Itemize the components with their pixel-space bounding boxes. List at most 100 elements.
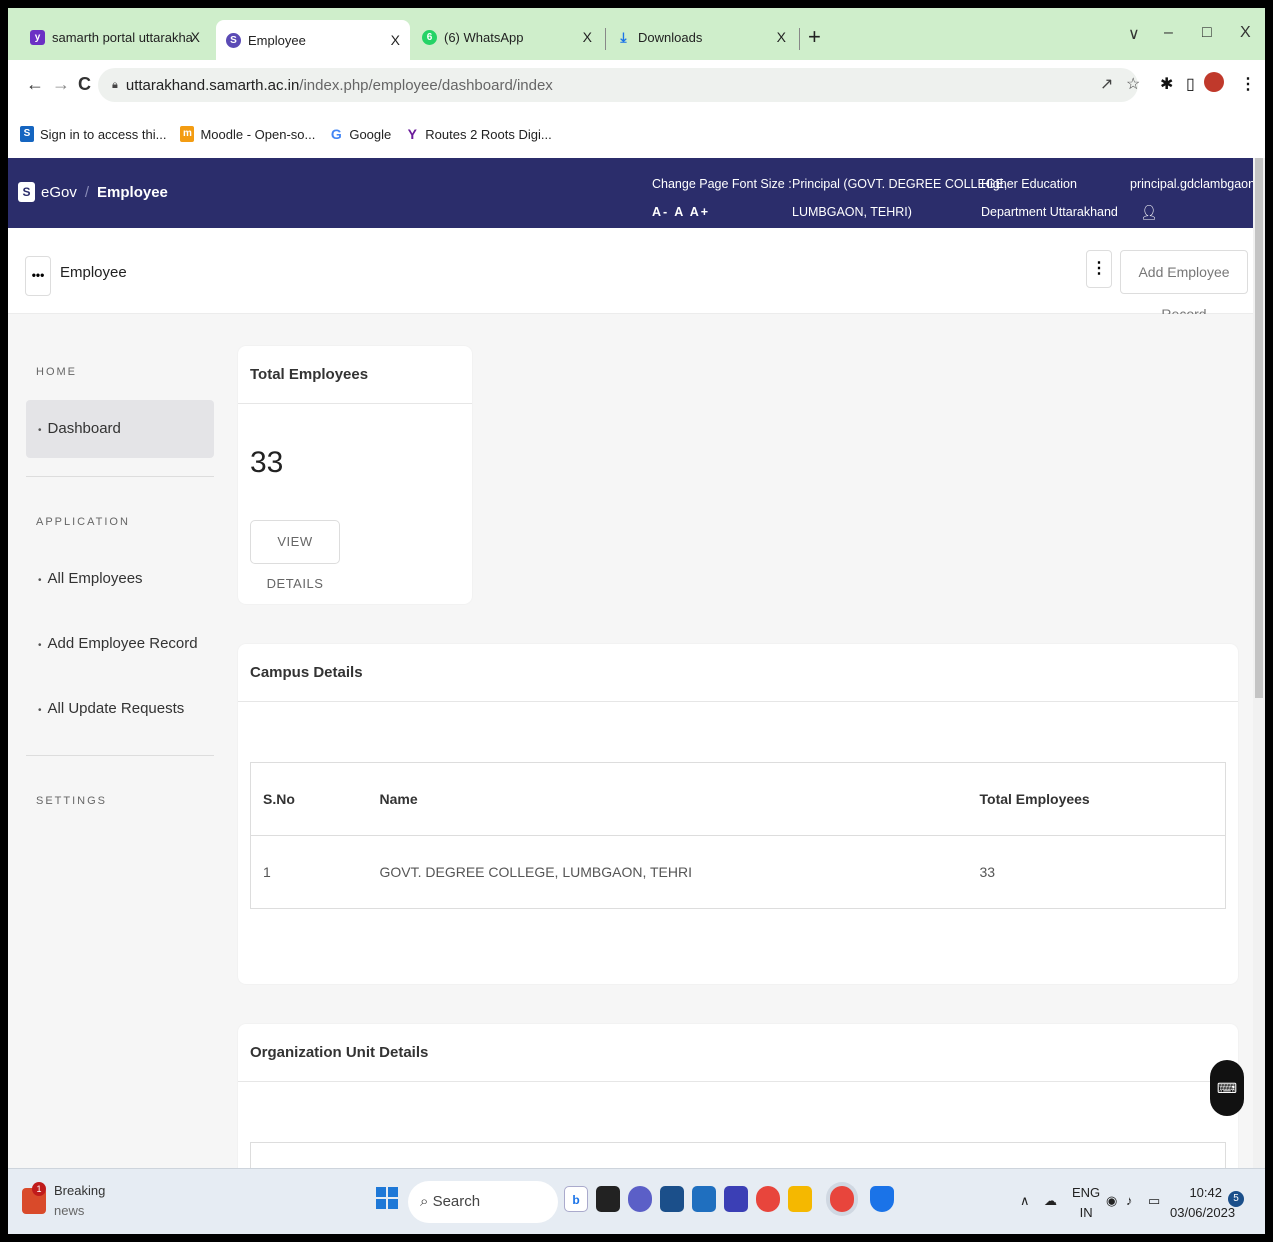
moodle-icon: m bbox=[180, 126, 195, 142]
reload-button[interactable]: C bbox=[78, 74, 91, 95]
forward-button[interactable]: → bbox=[52, 74, 70, 95]
file-explorer-icon[interactable] bbox=[660, 1186, 684, 1212]
bookmark-label: Moodle - Open-so... bbox=[200, 126, 316, 142]
bookmark-moodle[interactable]: m Moodle - Open-so... bbox=[180, 126, 315, 142]
minimize-button[interactable]: – bbox=[1164, 24, 1173, 42]
module-name[interactable]: Employee bbox=[97, 184, 168, 201]
tab-title: (6) WhatsApp bbox=[444, 29, 524, 45]
address-bar[interactable]: 🔒︎ uttarakhand.samarth.ac.in/index.php/e… bbox=[98, 68, 1138, 102]
bookmark-star-icon[interactable]: ☆ bbox=[1126, 74, 1140, 94]
teams-chat-icon[interactable] bbox=[628, 1186, 652, 1212]
bookmark-google[interactable]: G Google bbox=[329, 126, 391, 142]
news-line-2: news bbox=[54, 1203, 85, 1218]
screen: y samarth portal uttarakhand - Yah X S E… bbox=[8, 8, 1265, 1234]
folder-icon[interactable] bbox=[788, 1186, 812, 1212]
volume-icon[interactable]: ♪ bbox=[1126, 1191, 1133, 1211]
onedrive-icon[interactable]: ☁ bbox=[1044, 1191, 1057, 1211]
share-icon[interactable]: ↗ bbox=[1100, 74, 1113, 94]
more-menu-button[interactable]: ••• bbox=[25, 256, 51, 296]
font-size-options[interactable]: A- A A+ bbox=[652, 198, 792, 226]
taskbar-search[interactable]: ⌕ Search bbox=[408, 1181, 558, 1223]
yahoo-icon: y bbox=[30, 29, 45, 45]
news-widget[interactable]: 1 Breaking news bbox=[22, 1181, 105, 1221]
new-tab-button[interactable]: + bbox=[808, 24, 821, 50]
window-close-button[interactable]: X bbox=[1240, 24, 1251, 42]
side-panel-icon[interactable]: ▯ bbox=[1186, 74, 1195, 94]
close-icon[interactable]: X bbox=[391, 32, 400, 48]
sidebar-item-all-employees[interactable]: • All Employees bbox=[26, 550, 214, 608]
main-content: HOME • Dashboard APPLICATION • All Employe… bbox=[8, 314, 1253, 1194]
notification-badge[interactable]: 5 bbox=[1228, 1191, 1244, 1207]
keyboard-icon[interactable]: ⌨ bbox=[1210, 1060, 1244, 1116]
table-row: 1 GOVT. DEGREE COLLEGE, LUMBGAON, TEHRI … bbox=[250, 835, 1226, 909]
dept-line-1: Higher Education bbox=[981, 177, 1077, 191]
search-label: Search bbox=[432, 1193, 481, 1210]
chevron-up-icon[interactable]: ∧ bbox=[1020, 1191, 1030, 1211]
tab-separator bbox=[799, 28, 800, 50]
user-icon[interactable]: 👤︎ bbox=[1130, 198, 1255, 226]
breadcrumb: S eGov / Employee bbox=[18, 182, 168, 202]
close-icon[interactable]: X bbox=[777, 29, 786, 45]
bullet-icon: • bbox=[38, 705, 42, 716]
tab-employee[interactable]: S Employee X bbox=[216, 20, 410, 60]
total-employees-card: Total Employees 33 VIEW DETAILS bbox=[238, 346, 472, 604]
campus-details-card: Campus Details S.No Name Total Employees… bbox=[238, 644, 1238, 984]
total-employees-count: 33 bbox=[250, 446, 284, 479]
news-icon: 1 bbox=[22, 1182, 46, 1214]
tab-search-button[interactable]: ∨ bbox=[1128, 24, 1140, 44]
sidebar-item-label: Add Employee Record bbox=[47, 635, 198, 652]
department: Higher Education Department Uttarakhand bbox=[981, 170, 1118, 226]
language-indicator[interactable]: ENG IN bbox=[1072, 1183, 1100, 1223]
battery-icon[interactable]: ▭ bbox=[1148, 1191, 1160, 1211]
task-view-icon[interactable] bbox=[596, 1186, 620, 1212]
column-header: Name bbox=[367, 762, 968, 836]
tab-downloads[interactable]: ⤓ Downloads X bbox=[606, 18, 796, 56]
view-details-button[interactable]: VIEW DETAILS bbox=[250, 520, 340, 591]
bookmark-sign-in[interactable]: S Sign in to access thi... bbox=[20, 126, 166, 142]
bookmark-label: Routes 2 Roots Digi... bbox=[425, 126, 552, 142]
routes-icon: Y bbox=[407, 126, 417, 142]
profile-avatar[interactable] bbox=[1204, 72, 1224, 92]
section-home: HOME bbox=[36, 366, 77, 378]
options-kebab-button[interactable]: ⋮ bbox=[1086, 250, 1112, 288]
user-menu[interactable]: principal.gdclambgaon 👤︎ bbox=[1130, 170, 1255, 226]
sidebar-item-dashboard[interactable]: • Dashboard bbox=[26, 400, 214, 458]
chrome-icon[interactable] bbox=[756, 1186, 780, 1212]
breadcrumb-separator: / bbox=[84, 183, 90, 201]
tab-title: Downloads bbox=[638, 29, 703, 45]
add-employee-record-button[interactable]: Add Employee Record bbox=[1120, 250, 1248, 322]
tab-samarth-portal[interactable]: y samarth portal uttarakhand - Yah X bbox=[20, 18, 210, 56]
chrome-active-icon[interactable] bbox=[830, 1186, 854, 1212]
clock-date: 03/06/2023 bbox=[1170, 1205, 1236, 1220]
bookmark-routes[interactable]: Y Routes 2 Roots Digi... bbox=[405, 126, 552, 142]
section-application: APPLICATION bbox=[36, 516, 130, 528]
bookmark-icon: S bbox=[20, 126, 34, 142]
sidebar-item-add-employee-record[interactable]: • Add Employee Record bbox=[26, 615, 214, 673]
page-scrollbar[interactable] bbox=[1253, 158, 1265, 1168]
sidebar-item-all-update-requests[interactable]: • All Update Requests bbox=[26, 680, 214, 738]
clock[interactable]: 10:42 03/06/2023 bbox=[1170, 1183, 1236, 1223]
extensions-icon[interactable]: ✱ bbox=[1160, 74, 1173, 94]
google-icon: G bbox=[330, 126, 342, 142]
bookmark-label: Google bbox=[349, 126, 392, 142]
back-button[interactable]: ← bbox=[26, 74, 44, 95]
close-icon[interactable]: X bbox=[583, 29, 592, 45]
start-icon[interactable] bbox=[376, 1187, 398, 1209]
divider bbox=[26, 755, 214, 756]
table-header-row: S.No Name Total Employees bbox=[250, 762, 1226, 836]
close-icon[interactable]: X bbox=[191, 29, 200, 45]
table-cell: 33 bbox=[967, 835, 1226, 909]
wifi-icon[interactable]: ◉ bbox=[1106, 1191, 1117, 1211]
bing-icon[interactable]: b bbox=[564, 1186, 588, 1212]
bookmark-label: Sign in to access thi... bbox=[40, 126, 167, 142]
mail-icon[interactable] bbox=[692, 1186, 716, 1212]
security-shield-icon[interactable] bbox=[870, 1186, 894, 1212]
brand-name[interactable]: eGov bbox=[41, 184, 77, 201]
tab-whatsapp[interactable]: 6 (6) WhatsApp X bbox=[412, 18, 602, 56]
restore-button[interactable]: □ bbox=[1202, 24, 1212, 42]
app-icon[interactable] bbox=[724, 1186, 748, 1212]
scrollbar-thumb[interactable] bbox=[1255, 158, 1263, 698]
browser-menu-icon[interactable]: ⋮ bbox=[1240, 74, 1256, 94]
campus-table: S.No Name Total Employees 1 GOVT. DEGREE… bbox=[250, 762, 1226, 909]
card-title: Organization Unit Details bbox=[238, 1024, 1238, 1082]
